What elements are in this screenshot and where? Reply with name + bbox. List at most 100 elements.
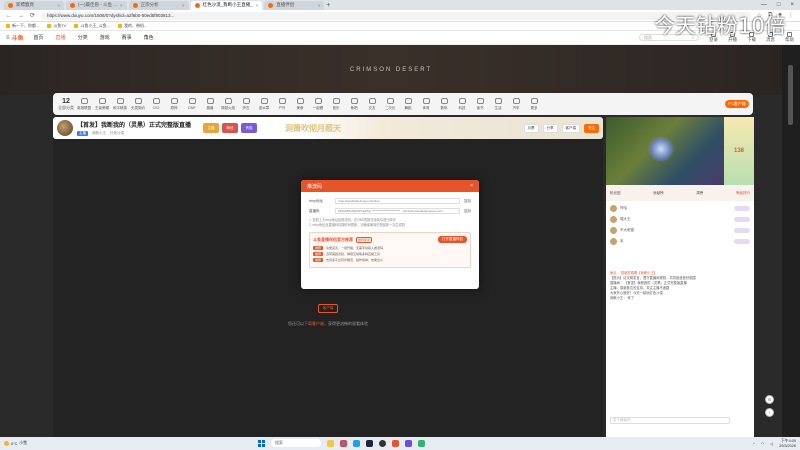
bookmark-item[interactable]: 我的、带机... xyxy=(118,23,147,29)
category-item[interactable]: 生活 xyxy=(489,97,507,111)
client-button[interactable]: 客户端 xyxy=(561,123,580,133)
category-item[interactable]: 二次元 xyxy=(381,97,399,111)
category-item[interactable]: 数码 xyxy=(435,97,453,111)
room-badge[interactable]: 贵族 xyxy=(241,123,258,133)
bookmark-item[interactable]: 新一下、你都... xyxy=(6,23,39,29)
nav-item[interactable]: 赛事 xyxy=(122,34,132,41)
close-tab-icon[interactable]: × xyxy=(182,3,185,8)
windows-start-icon[interactable] xyxy=(258,439,265,447)
obs-icon[interactable] xyxy=(379,439,386,447)
chevron-up-icon[interactable]: ^ xyxy=(753,442,755,446)
browser-tab-active[interactable]: 红色沙漠_我断小王直播_ × xyxy=(190,0,263,10)
category-item[interactable]: 读书 xyxy=(471,97,489,111)
category-item[interactable]: 更多 xyxy=(525,97,543,111)
category-item[interactable]: 音乐 xyxy=(327,97,345,111)
side-tab-active[interactable]: 等级排行 xyxy=(736,191,750,196)
side-video-preview[interactable] xyxy=(606,117,724,185)
list-item[interactable]: 不大佬猫 xyxy=(610,225,750,236)
browser-tab[interactable]: (一)最佳兽 - 斗鱼 ... × xyxy=(66,0,127,10)
category-item[interactable]: 交友 xyxy=(363,97,381,111)
open-companion-button[interactable]: 打开直播伴侣 xyxy=(438,236,467,243)
minimize-icon[interactable]: — xyxy=(761,2,767,8)
room-badge[interactable]: 粉丝 xyxy=(222,123,239,133)
bookmark-item[interactable]: 斗鱼TV xyxy=(47,23,66,29)
side-tab[interactable]: 周榜 xyxy=(696,191,703,196)
ticket-button[interactable]: 月票 xyxy=(523,123,539,133)
hamburger-icon[interactable]: ≡ xyxy=(6,35,10,41)
edge-icon[interactable] xyxy=(353,439,360,447)
scroll-top-icon[interactable]: ↑ xyxy=(765,408,774,417)
settings-icon[interactable]: ⚙ xyxy=(765,395,774,404)
category-item[interactable]: 汽车 xyxy=(507,97,525,111)
copy-key-button[interactable]: 复制 xyxy=(464,209,471,214)
nav-item[interactable]: 分类 xyxy=(78,34,88,41)
site-logo[interactable]: ≡ 斗鱼 xyxy=(6,33,24,43)
bookmark-item[interactable]: 斗鱼小王_斗鱼... xyxy=(74,23,110,29)
close-icon[interactable]: × xyxy=(470,183,473,189)
close-tab-icon[interactable]: × xyxy=(318,3,321,8)
back-icon[interactable]: ← xyxy=(6,13,12,19)
app-icon[interactable] xyxy=(392,439,399,447)
nav-item[interactable]: 首页 xyxy=(34,34,44,41)
forward-icon[interactable]: → xyxy=(18,13,24,19)
nav-item-active[interactable]: 直播 xyxy=(56,34,66,41)
category-item[interactable]: 鱼吧 xyxy=(345,97,363,111)
side-tab[interactable]: 贡献榜 xyxy=(653,191,664,196)
category-item[interactable]: 和平精英 xyxy=(111,97,129,111)
room-badge[interactable]: 主播 xyxy=(203,123,220,133)
rtmp-field[interactable]: rtmp://sendtc3a.douyu.com/live xyxy=(335,198,460,204)
browser-tab[interactable]: 新標籤頁 × xyxy=(4,0,64,10)
volume-icon[interactable]: ◁ xyxy=(770,441,773,446)
category-item[interactable]: 体育 xyxy=(417,97,435,111)
reload-icon[interactable]: ⟳ xyxy=(30,12,35,19)
maximize-icon[interactable]: □ xyxy=(777,2,781,8)
menu-icon[interactable]: ⋮ xyxy=(788,12,794,19)
category-item[interactable]: 无畏契约 xyxy=(129,97,147,111)
avatar[interactable] xyxy=(57,120,73,136)
category-item[interactable]: 一起看 xyxy=(309,97,327,111)
close-tab-icon[interactable]: × xyxy=(57,3,60,8)
app-icon[interactable] xyxy=(418,439,425,447)
app-icon[interactable] xyxy=(405,439,412,447)
copy-rtmp-button[interactable]: 复制 xyxy=(464,199,471,204)
url-input[interactable]: https://www.douyu.com/1506/0?dyshid=a2f6… xyxy=(41,11,751,20)
category-item[interactable]: 穿越火线 xyxy=(219,97,237,111)
category-item[interactable]: CS2 xyxy=(147,97,165,111)
category-item[interactable]: 王者荣耀 xyxy=(93,97,111,111)
close-window-icon[interactable]: × xyxy=(790,2,794,8)
download-client-button[interactable]: 客户端 xyxy=(317,304,339,313)
category-item[interactable]: DNF xyxy=(183,97,201,111)
category-item[interactable]: 逆水寒 xyxy=(255,97,273,111)
nav-item[interactable]: 角色 xyxy=(144,34,154,41)
new-tab-icon[interactable]: + xyxy=(326,2,330,9)
game-banner[interactable]: CRIMSON DESERT xyxy=(0,45,782,95)
category-item[interactable]: 炉石 xyxy=(237,97,255,111)
category-item[interactable]: 英雄联盟 xyxy=(75,97,93,111)
scrollbar-thumb[interactable] xyxy=(788,65,793,125)
page-scrollbar[interactable] xyxy=(782,45,800,437)
category-item[interactable]: 户外 xyxy=(273,97,291,111)
list-item[interactable]: 本 xyxy=(610,236,750,247)
clock[interactable]: 下午4:09 29/3/2026 xyxy=(779,439,796,448)
nav-item[interactable]: 游戏 xyxy=(100,34,110,41)
close-tab-icon[interactable]: × xyxy=(256,3,259,8)
explorer-icon[interactable] xyxy=(327,439,334,447)
follow-button[interactable]: 关注 xyxy=(584,123,599,133)
list-item[interactable]: 哼哈 xyxy=(610,203,750,214)
stream-key-field[interactable]: 1506180ru8pFZtT4pPDu *******************… xyxy=(335,208,460,214)
steam-icon[interactable] xyxy=(366,439,373,447)
list-item[interactable]: 喂大王 xyxy=(610,214,750,225)
category-item[interactable]: 科技 xyxy=(453,97,471,111)
pc-client-button[interactable]: PC客户端 xyxy=(725,100,749,108)
side-tab[interactable]: 粉丝团 xyxy=(610,191,621,196)
category-count[interactable]: 12 全部分类 xyxy=(57,98,75,111)
share-button[interactable]: 分享 xyxy=(542,123,558,133)
side-ad[interactable]: 138 xyxy=(724,117,754,185)
browser-tab[interactable]: 正宗分析 × xyxy=(128,0,189,10)
category-item[interactable]: 舞蹈 xyxy=(399,97,417,111)
category-item[interactable]: 魔兽 xyxy=(201,97,219,111)
chrome-icon[interactable] xyxy=(340,439,347,447)
wifi-icon[interactable]: ◠ xyxy=(761,441,764,446)
taskbar-search[interactable]: 搜索 xyxy=(271,439,321,447)
download-client-link[interactable]: 下载客户端 xyxy=(304,321,324,326)
